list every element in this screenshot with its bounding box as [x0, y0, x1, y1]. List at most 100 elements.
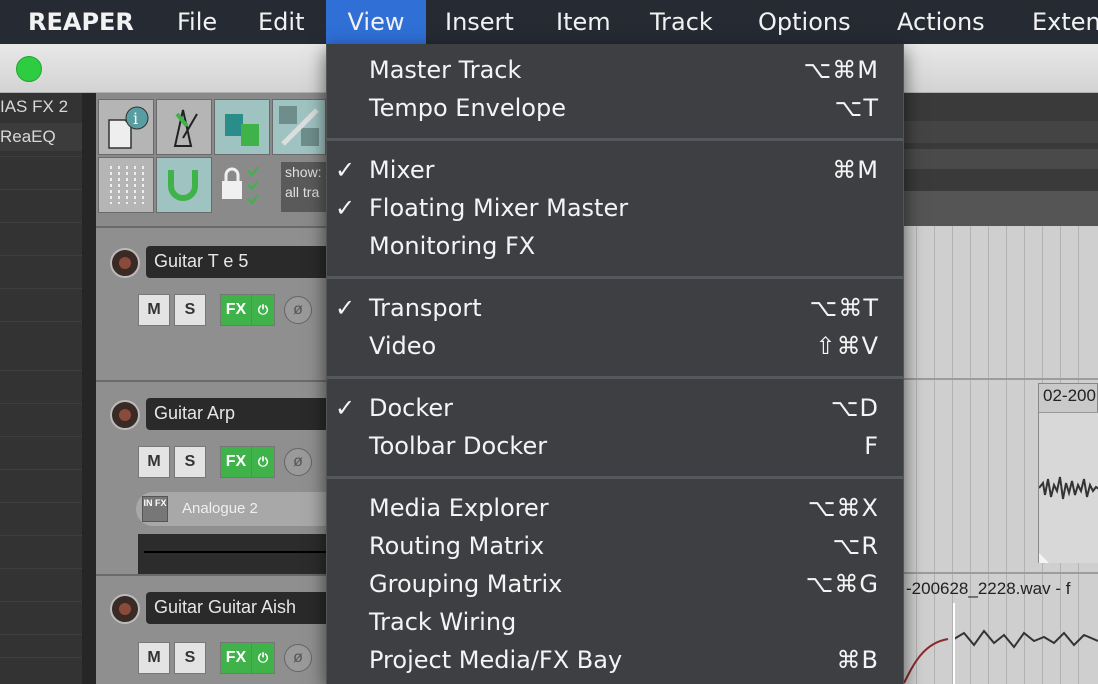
menu-actions[interactable]: Actions — [897, 0, 985, 44]
arrange-view[interactable]: 02-200 -200628_2228.wav - f — [904, 93, 1098, 684]
menu-item-routing-matrix[interactable]: Routing Matrix ⌥R — [327, 527, 903, 565]
metronome-button[interactable] — [156, 99, 212, 155]
menu-separator — [327, 476, 903, 479]
mute-button[interactable]: M — [138, 294, 170, 326]
track-panel[interactable]: Guitar T e 5 M S FX ⏻ ø — [96, 226, 328, 380]
phase-icon: ø — [293, 453, 303, 470]
fx-bypass-button[interactable]: ⏻ — [251, 294, 275, 326]
menu-item-media-explorer[interactable]: Media Explorer ⌥⌘X — [327, 489, 903, 527]
checkmark-icon: ✓ — [335, 294, 356, 322]
menu-insert[interactable]: Insert — [445, 0, 514, 44]
fx-list-item-label: ReaEQ — [0, 127, 56, 146]
menu-item-toolbar-docker[interactable]: Toolbar Docker F — [327, 427, 903, 465]
menu-item-label: Media Explorer — [369, 494, 549, 522]
record-arm-button[interactable] — [110, 594, 140, 624]
fx-button[interactable]: FX — [220, 446, 252, 478]
window-zoom-button[interactable] — [16, 56, 42, 82]
menu-track[interactable]: Track — [650, 0, 713, 44]
menu-item-track-wiring[interactable]: Track Wiring — [327, 603, 903, 641]
menu-file[interactable]: File — [177, 0, 217, 44]
list-divider — [0, 403, 82, 404]
fx-list-item[interactable]: ReaEQ — [0, 123, 82, 151]
menu-item-label: Monitoring FX — [369, 232, 536, 260]
menu-item-shortcut: ⌥⌘M — [803, 56, 879, 84]
record-arm-button[interactable] — [110, 248, 140, 278]
input-fx-icon: IN FX — [142, 496, 168, 522]
record-arm-button[interactable] — [110, 400, 140, 430]
menu-item-shortcut: ⌥⌘G — [805, 570, 879, 598]
ripple-edit-button[interactable] — [214, 99, 270, 155]
menu-item-label: Master Track — [369, 56, 522, 84]
solo-button[interactable]: S — [174, 294, 206, 326]
menu-item-label: Transport — [369, 294, 482, 322]
list-divider — [0, 657, 82, 658]
fx-button[interactable]: FX — [220, 294, 252, 326]
menu-item-shortcut: F — [864, 432, 879, 460]
menu-extensions[interactable]: Exten — [1032, 0, 1098, 44]
lock-icon — [222, 166, 259, 205]
mute-button[interactable]: M — [138, 642, 170, 674]
menu-item-tempo-envelope[interactable]: Tempo Envelope ⌥T — [327, 89, 903, 127]
panel-splitter[interactable] — [82, 93, 96, 684]
list-divider — [0, 189, 82, 190]
menu-item-monitoring-fx[interactable]: Monitoring FX — [327, 227, 903, 265]
checkmark-icon: ✓ — [335, 394, 356, 422]
fx-slot-empty[interactable] — [138, 534, 328, 574]
list-divider — [0, 634, 82, 635]
fx-bypass-button[interactable]: ⏻ — [251, 642, 275, 674]
solo-button[interactable]: S — [174, 642, 206, 674]
phase-icon: ø — [293, 649, 303, 666]
menu-edit[interactable]: Edit — [258, 0, 304, 44]
media-item-waveform — [1038, 412, 1098, 563]
mute-button[interactable]: M — [138, 446, 170, 478]
menu-item-label: Grouping Matrix — [369, 570, 563, 598]
fx-list-item[interactable]: IAS FX 2 — [0, 93, 82, 121]
grid-button[interactable] — [98, 157, 154, 213]
menu-item-shortcut: ⌥⌘T — [809, 294, 879, 322]
fx-button[interactable]: FX — [220, 642, 252, 674]
link-icon — [279, 106, 319, 146]
menu-item-shortcut: ⌥⌘X — [807, 494, 879, 522]
metronome-icon — [173, 109, 198, 147]
list-divider — [0, 255, 82, 256]
menu-bar: REAPER File Edit View Insert Item Track … — [0, 0, 1098, 44]
media-item-label: -200628_2228.wav - f — [906, 579, 1071, 598]
phase-button[interactable]: ø — [284, 644, 312, 672]
list-divider — [0, 502, 82, 503]
menu-item-floating-mixer-master[interactable]: ✓ Floating Mixer Master — [327, 189, 903, 227]
menu-item-video[interactable]: Video ⇧⌘V — [327, 327, 903, 365]
media-item[interactable]: 02-200 — [1038, 383, 1098, 563]
phase-button[interactable]: ø — [284, 448, 312, 476]
menu-item[interactable]: Item — [556, 0, 611, 44]
fx-bypass-button[interactable]: ⏻ — [251, 446, 275, 478]
menu-item-master-track[interactable]: Master Track ⌥⌘M — [327, 51, 903, 89]
menu-item-project-media-fx-bay[interactable]: Project Media/FX Bay ⌘B — [327, 641, 903, 679]
menu-item-docker[interactable]: ✓ Docker ⌥D — [327, 389, 903, 427]
project-info-button[interactable]: i — [98, 99, 154, 155]
phase-icon: ø — [293, 301, 303, 318]
list-divider — [0, 370, 82, 371]
snap-button[interactable] — [156, 157, 212, 213]
solo-button[interactable]: S — [174, 446, 206, 478]
menu-item-shortcut: ⌘B — [836, 646, 879, 674]
show-filter-dropdown[interactable]: show: all tra — [281, 162, 331, 212]
phase-button[interactable]: ø — [284, 296, 312, 324]
track-name: Guitar T e 5 — [154, 251, 249, 271]
menu-app-reaper[interactable]: REAPER — [28, 0, 134, 44]
menu-options[interactable]: Options — [758, 0, 851, 44]
grouping-button[interactable] — [272, 99, 326, 155]
list-divider — [0, 469, 82, 470]
menu-item-label: Routing Matrix — [369, 532, 545, 560]
list-divider — [0, 222, 82, 223]
menu-item-mixer[interactable]: ✓ Mixer ⌘M — [327, 151, 903, 189]
track-panel[interactable]: Guitar Guitar Aish M S FX ⏻ ø — [96, 574, 328, 684]
menu-item-grouping-matrix[interactable]: Grouping Matrix ⌥⌘G — [327, 565, 903, 603]
svg-text:i: i — [133, 109, 138, 128]
checkmark-icon: ✓ — [335, 194, 356, 222]
ruler-band — [904, 149, 1098, 169]
menu-view[interactable]: View — [326, 0, 426, 44]
timeline-ruler[interactable] — [904, 93, 1098, 226]
list-divider — [0, 156, 82, 157]
menu-item-transport[interactable]: ✓ Transport ⌥⌘T — [327, 289, 903, 327]
lock-button[interactable] — [214, 157, 270, 213]
